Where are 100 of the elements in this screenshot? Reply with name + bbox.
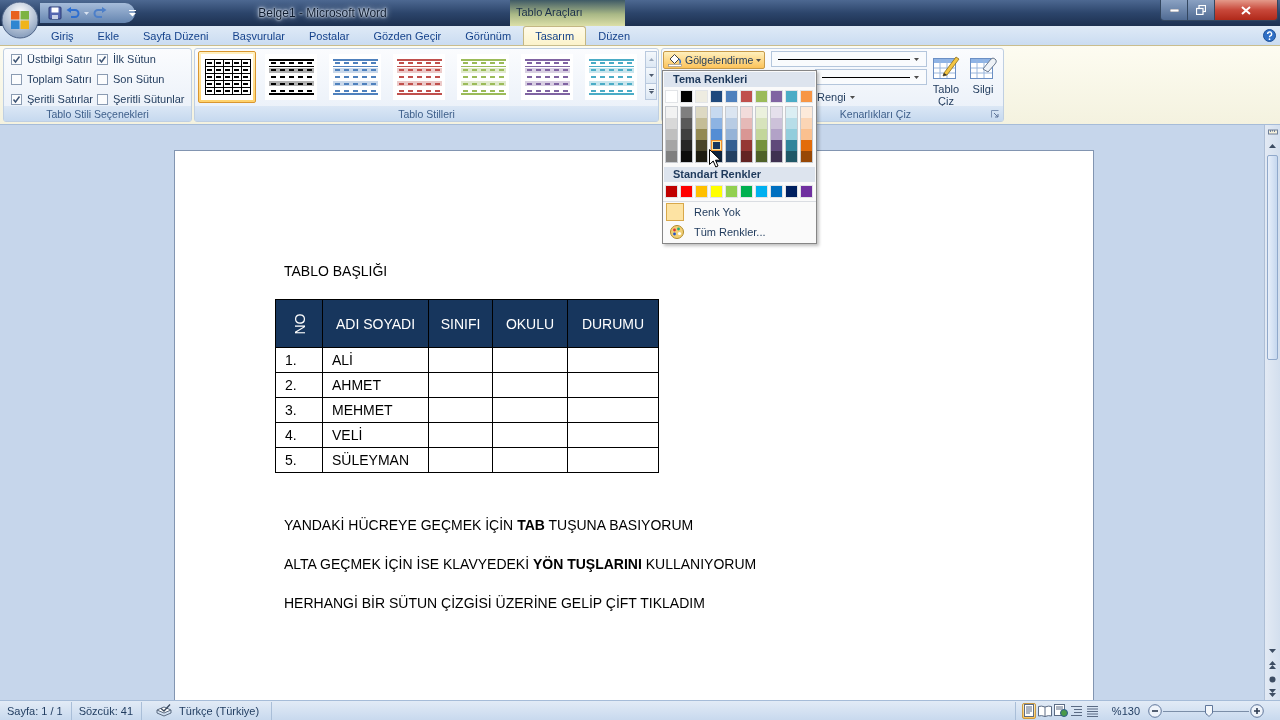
checkbox[interactable] bbox=[97, 53, 108, 65]
ribbon-tab[interactable]: Düzen bbox=[586, 26, 643, 45]
checkbox[interactable] bbox=[11, 53, 22, 65]
color-swatch-icon[interactable] bbox=[771, 107, 782, 118]
color-swatch-icon[interactable] bbox=[741, 140, 752, 151]
color-swatch-icon[interactable] bbox=[696, 107, 707, 118]
customize-caret-icon[interactable] bbox=[129, 9, 136, 17]
color-swatch-icon[interactable] bbox=[741, 107, 752, 118]
zoom-out-button[interactable] bbox=[1148, 703, 1162, 718]
color-swatch-icon[interactable] bbox=[741, 129, 752, 140]
caret-icon[interactable] bbox=[84, 11, 89, 15]
pen-color-button[interactable]: Rengi bbox=[817, 89, 855, 105]
ribbon-tab[interactable]: Sayfa Düzeni bbox=[131, 26, 221, 45]
color-swatch-icon[interactable] bbox=[726, 140, 737, 151]
color-swatch-icon[interactable] bbox=[786, 107, 797, 118]
color-swatch-icon[interactable] bbox=[726, 118, 737, 129]
color-swatch-icon[interactable] bbox=[756, 118, 767, 129]
color-swatch-icon[interactable] bbox=[666, 129, 677, 140]
color-swatch-icon[interactable] bbox=[711, 129, 722, 140]
ribbon-tab[interactable]: Postalar bbox=[297, 26, 362, 45]
color-swatch-icon[interactable] bbox=[801, 151, 812, 162]
line-style-dropdown[interactable] bbox=[771, 51, 927, 67]
checkbox-option[interactable]: Son Sütun bbox=[97, 73, 185, 85]
color-swatch-icon[interactable] bbox=[726, 151, 737, 162]
color-swatch-icon[interactable] bbox=[771, 140, 782, 151]
zoom-in-button[interactable] bbox=[1250, 703, 1264, 718]
color-swatch-icon[interactable] bbox=[711, 118, 722, 129]
view-button[interactable] bbox=[1021, 702, 1036, 719]
color-swatch-icon[interactable] bbox=[770, 185, 783, 198]
color-swatch-icon[interactable] bbox=[711, 140, 722, 151]
color-swatch-icon[interactable] bbox=[710, 185, 723, 198]
color-swatch-icon[interactable] bbox=[756, 129, 767, 140]
menu-item[interactable]: Renk Yok bbox=[663, 202, 816, 222]
color-swatch-icon[interactable] bbox=[771, 151, 782, 162]
color-swatch-icon[interactable] bbox=[756, 151, 767, 162]
color-swatch-icon[interactable] bbox=[756, 140, 767, 151]
view-button[interactable] bbox=[1037, 702, 1052, 719]
ribbon-tab[interactable]: Giriş bbox=[39, 26, 86, 45]
color-swatch-icon[interactable] bbox=[696, 129, 707, 140]
color-swatch-icon[interactable] bbox=[680, 185, 693, 198]
help-icon[interactable] bbox=[1263, 29, 1276, 42]
color-swatch-icon[interactable] bbox=[741, 151, 752, 162]
color-swatch-icon[interactable] bbox=[681, 107, 692, 118]
shading-button[interactable]: Gölgelendirme bbox=[663, 51, 765, 69]
checkbox-option[interactable]: İlk Sütun bbox=[97, 53, 185, 65]
color-swatch-icon[interactable] bbox=[681, 151, 692, 162]
scrollbar-thumb[interactable] bbox=[1267, 155, 1278, 360]
checkbox[interactable] bbox=[11, 93, 22, 105]
color-swatch-icon[interactable] bbox=[800, 185, 813, 198]
color-swatch-icon[interactable] bbox=[755, 90, 768, 103]
color-swatch-icon[interactable] bbox=[741, 118, 752, 129]
eraser-button[interactable]: Silgi bbox=[967, 51, 999, 106]
checkbox-option[interactable]: Şeritli Satırlar bbox=[11, 93, 97, 105]
color-swatch-icon[interactable] bbox=[786, 140, 797, 151]
color-swatch-icon[interactable] bbox=[756, 107, 767, 118]
color-swatch-icon[interactable] bbox=[665, 90, 678, 103]
color-swatch-icon[interactable] bbox=[770, 90, 783, 103]
checkbox-option[interactable]: Üstbilgi Satırı bbox=[11, 53, 97, 65]
language-label[interactable]: Türkçe (Türkiye) bbox=[179, 704, 260, 717]
color-swatch-icon[interactable] bbox=[696, 140, 707, 151]
ribbon-tab[interactable]: Ekle bbox=[85, 26, 131, 45]
color-swatch-icon[interactable] bbox=[665, 185, 678, 198]
zoom-slider[interactable] bbox=[1163, 703, 1249, 718]
color-swatch-icon[interactable] bbox=[696, 118, 707, 129]
color-swatch-icon[interactable] bbox=[725, 185, 738, 198]
page-count[interactable]: Sayfa: 1 / 1 bbox=[0, 701, 72, 720]
redo-icon[interactable] bbox=[93, 7, 107, 19]
color-swatch-icon[interactable] bbox=[801, 129, 812, 140]
checkbox-option[interactable]: Toplam Satırı bbox=[11, 73, 97, 85]
color-swatch-icon[interactable] bbox=[801, 118, 812, 129]
ribbon-tab[interactable]: Başvurular bbox=[220, 26, 298, 45]
color-swatch-icon[interactable] bbox=[695, 90, 708, 103]
minimize-button[interactable] bbox=[1161, 0, 1188, 20]
color-swatch-icon[interactable] bbox=[681, 118, 692, 129]
zoom-level[interactable]: %130 bbox=[1099, 704, 1148, 717]
restore-button[interactable] bbox=[1188, 0, 1215, 20]
color-swatch-icon[interactable] bbox=[695, 185, 708, 198]
color-swatch-icon[interactable] bbox=[726, 107, 737, 118]
color-swatch-icon[interactable] bbox=[681, 140, 692, 151]
checkbox[interactable] bbox=[97, 73, 108, 85]
slider-thumb[interactable] bbox=[1204, 704, 1213, 717]
view-button[interactable] bbox=[1053, 702, 1068, 719]
save-icon[interactable] bbox=[48, 6, 62, 20]
ribbon-tab[interactable]: Görünüm bbox=[453, 26, 524, 45]
color-swatch-icon[interactable] bbox=[771, 129, 782, 140]
color-swatch-icon[interactable] bbox=[666, 140, 677, 151]
proofing-book-icon[interactable] bbox=[156, 704, 173, 717]
color-swatch-icon[interactable] bbox=[696, 151, 707, 162]
color-swatch-icon[interactable] bbox=[740, 185, 753, 198]
checkbox-option[interactable]: Şeritli Sütunlar bbox=[97, 93, 185, 105]
color-swatch-icon[interactable] bbox=[771, 118, 782, 129]
color-swatch-icon[interactable] bbox=[785, 185, 798, 198]
color-swatch-icon[interactable] bbox=[680, 90, 693, 103]
color-swatch-icon[interactable] bbox=[786, 129, 797, 140]
color-swatch-icon[interactable] bbox=[801, 140, 812, 151]
ribbon-tab[interactable]: Tasarım bbox=[523, 26, 587, 45]
checkbox[interactable] bbox=[11, 73, 22, 85]
menu-item[interactable]: Tüm Renkler... bbox=[663, 222, 816, 242]
draw-table-button[interactable]: Tablo Çiz bbox=[931, 51, 961, 106]
color-swatch-icon[interactable] bbox=[755, 185, 768, 198]
